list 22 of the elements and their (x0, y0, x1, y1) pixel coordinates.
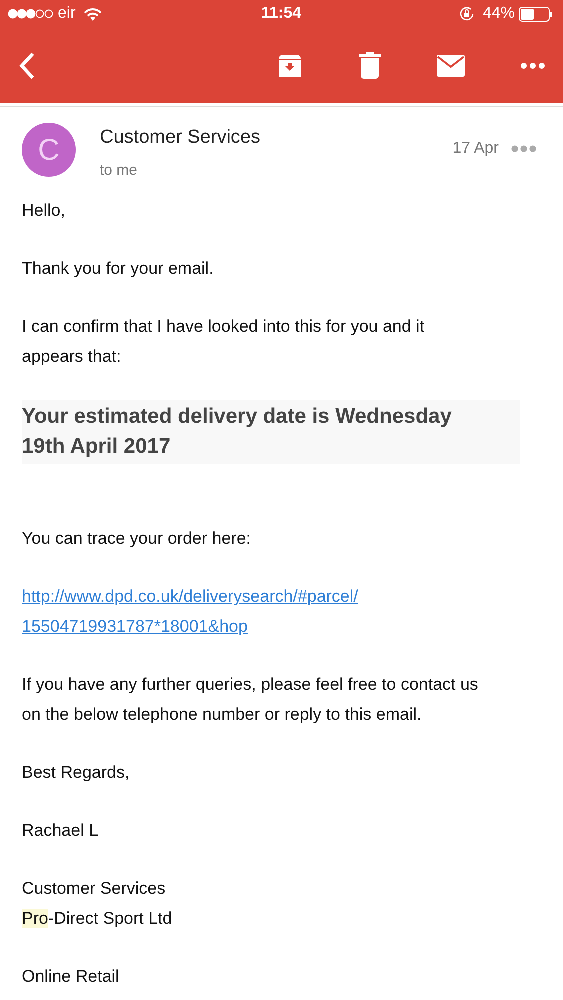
delivery-date-heading: Your estimated delivery date is Wednesday 19th April 2017 (22, 400, 520, 464)
clock: 11:54 (261, 4, 302, 24)
message-paragraph: Thank you for your email. (22, 258, 214, 280)
message-paragraph: Best Regards, (22, 762, 130, 784)
sender-avatar: C (22, 123, 76, 177)
tracking-link[interactable]: http://www.dpd.co.uk/deliverysearch/#parcel/ 15504719931787*18001&hop (22, 582, 358, 642)
wifi-icon (84, 8, 102, 20)
message-paragraph: Online Retail (22, 966, 120, 988)
rotation-lock-icon (458, 6, 475, 22)
message-paragraph: You can trace your order here: (22, 528, 252, 550)
battery-icon (519, 6, 553, 22)
message-paragraph: Hello, (22, 200, 66, 222)
message-paragraph: If you have any further queries, please feel free to contact us on the below telephone number or reply to this email. (22, 674, 478, 726)
signal-icon (8, 9, 54, 19)
message-paragraph: Customer Services Pro-Direct Sport Ltd (22, 878, 172, 930)
battery-percentage: 44% (482, 4, 515, 24)
carrier-name: eir (58, 4, 76, 24)
sender-name: Customer Services (100, 127, 260, 150)
message-paragraph: I can confirm that I have looked into this for you and it appears that: (22, 316, 425, 368)
message-paragraph: Rachael L (22, 820, 99, 842)
recipient-label: to me (100, 160, 138, 181)
message-date: 17 Apr (452, 139, 499, 159)
